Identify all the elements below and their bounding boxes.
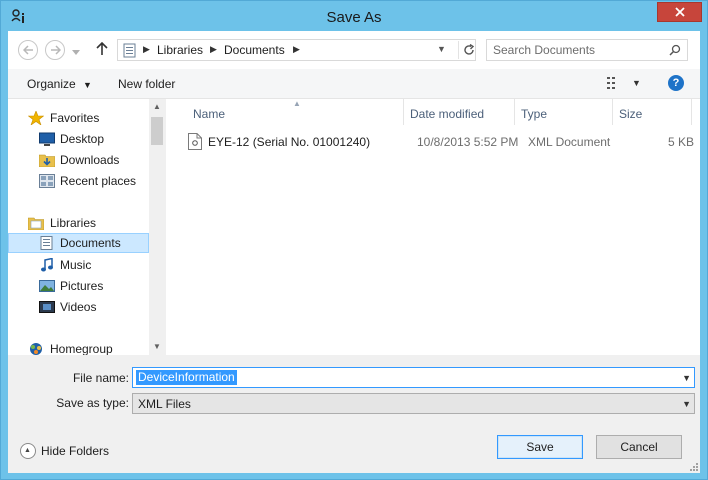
forward-arrow-icon bbox=[51, 45, 61, 55]
collapse-icon: ▲ bbox=[20, 443, 36, 459]
homegroup-icon bbox=[30, 343, 42, 355]
save-as-type-label: Save as type: bbox=[56, 396, 129, 410]
breadcrumb-separator-icon: ▶ bbox=[143, 44, 150, 54]
cancel-button[interactable]: Cancel bbox=[596, 435, 682, 459]
hide-folders-label: Hide Folders bbox=[41, 444, 110, 458]
column-header-name[interactable]: Name bbox=[186, 99, 403, 125]
back-arrow-icon bbox=[23, 45, 33, 55]
chevron-down-icon: ▼ bbox=[83, 80, 92, 90]
help-icon[interactable]: ? bbox=[668, 75, 684, 91]
recent-places-icon bbox=[39, 174, 55, 188]
downloads-folder-icon bbox=[39, 154, 55, 167]
nav-item-recent-places[interactable]: Recent places bbox=[8, 171, 149, 191]
file-name-label: File name: bbox=[72, 371, 129, 385]
chevron-down-icon bbox=[72, 50, 80, 55]
chevron-down-icon[interactable]: ▼ bbox=[682, 373, 691, 383]
address-history-dropdown-icon[interactable]: ▼ bbox=[437, 44, 446, 54]
file-name-field[interactable]: DeviceInformation ▼ bbox=[132, 367, 695, 388]
nav-item-favorites[interactable]: Favorites bbox=[8, 108, 149, 128]
navigation-bar: ▶ Libraries ▶ Documents ▶ ▼ bbox=[8, 31, 700, 69]
nav-item-documents[interactable]: Documents bbox=[8, 233, 149, 253]
chevron-down-icon[interactable]: ▼ bbox=[682, 399, 691, 409]
breadcrumb-documents[interactable]: Documents bbox=[224, 43, 285, 57]
refresh-icon bbox=[464, 44, 475, 55]
documents-icon bbox=[40, 236, 53, 250]
breadcrumb-separator-icon: ▶ bbox=[210, 44, 217, 54]
file-name-value[interactable]: DeviceInformation bbox=[136, 370, 237, 385]
view-options-dropdown-icon[interactable]: ▼ bbox=[632, 78, 641, 88]
column-header-type[interactable]: Type bbox=[515, 99, 612, 125]
breadcrumb-libraries[interactable]: Libraries bbox=[157, 43, 203, 57]
save-as-dialog: Save As ▶ Libraries ▶ Documents ▶ ▼ Sear… bbox=[0, 0, 708, 480]
xml-document-icon bbox=[188, 133, 202, 150]
videos-icon bbox=[39, 301, 55, 313]
nav-item-libraries[interactable]: Libraries bbox=[8, 213, 149, 233]
library-location-icon bbox=[123, 43, 136, 58]
navigation-pane: Favorites Desktop Downloads Recent place… bbox=[8, 99, 165, 355]
change-view-icon[interactable] bbox=[607, 77, 623, 89]
back-button[interactable] bbox=[18, 40, 40, 62]
file-list: ▲ Name Date modified Type Size EYE-12 (S… bbox=[165, 99, 700, 355]
address-bar[interactable]: ▶ Libraries ▶ Documents ▶ ▼ bbox=[117, 39, 476, 61]
file-size: 5 KB bbox=[668, 135, 695, 149]
file-row[interactable]: EYE-12 (Serial No. 01001240) 10/8/2013 5… bbox=[186, 132, 694, 152]
scroll-thumb[interactable] bbox=[151, 117, 163, 145]
title-bar: Save As bbox=[1, 1, 707, 33]
save-as-type-select[interactable]: XML Files ▼ bbox=[132, 393, 695, 414]
navpane-scrollbar[interactable]: ▲ ▼ bbox=[149, 99, 165, 355]
scroll-down-icon[interactable]: ▼ bbox=[153, 342, 161, 351]
search-input[interactable] bbox=[493, 42, 663, 58]
search-box[interactable] bbox=[486, 39, 688, 61]
recent-locations-dropdown[interactable] bbox=[72, 45, 82, 55]
new-folder-button[interactable]: New folder bbox=[118, 77, 175, 91]
close-icon bbox=[675, 7, 685, 17]
star-icon bbox=[28, 111, 44, 125]
organize-button[interactable]: Organize ▼ bbox=[27, 77, 92, 91]
command-bar: Organize ▼ New folder ▼ ? bbox=[8, 69, 700, 99]
nav-item-videos[interactable]: Videos bbox=[8, 297, 149, 317]
save-options-panel: File name: DeviceInformation ▼ Save as t… bbox=[8, 355, 700, 473]
nav-item-music[interactable]: Music bbox=[8, 255, 149, 275]
file-type: XML Document bbox=[528, 135, 611, 149]
file-date-modified: 10/8/2013 5:52 PM bbox=[417, 135, 519, 149]
desktop-icon bbox=[39, 132, 55, 146]
organize-label: Organize bbox=[27, 77, 76, 91]
column-header-size[interactable]: Size bbox=[613, 99, 691, 125]
column-header-date-modified[interactable]: Date modified bbox=[404, 99, 514, 125]
scroll-up-icon[interactable]: ▲ bbox=[153, 102, 161, 111]
up-arrow-icon bbox=[96, 41, 108, 55]
save-button[interactable]: Save bbox=[497, 435, 583, 459]
file-name: EYE-12 (Serial No. 01001240) bbox=[208, 135, 371, 149]
save-as-type-value: XML Files bbox=[138, 397, 191, 411]
breadcrumb-separator-icon: ▶ bbox=[293, 44, 300, 54]
nav-item-downloads[interactable]: Downloads bbox=[8, 150, 149, 170]
nav-item-homegroup[interactable]: Homegroup bbox=[8, 339, 149, 355]
dialog-client-area: ▶ Libraries ▶ Documents ▶ ▼ Search Docum… bbox=[8, 31, 700, 473]
nav-item-desktop[interactable]: Desktop bbox=[8, 129, 149, 149]
pictures-icon bbox=[39, 280, 55, 292]
close-button[interactable] bbox=[657, 2, 702, 22]
libraries-icon bbox=[28, 217, 44, 230]
refresh-button[interactable] bbox=[458, 41, 476, 59]
up-button[interactable] bbox=[96, 41, 110, 58]
search-icon[interactable] bbox=[669, 44, 681, 56]
music-icon bbox=[41, 258, 53, 272]
column-divider[interactable] bbox=[691, 99, 692, 125]
forward-button[interactable] bbox=[45, 40, 67, 62]
resize-grip-icon[interactable] bbox=[688, 461, 698, 471]
nav-item-pictures[interactable]: Pictures bbox=[8, 276, 149, 296]
window-title: Save As bbox=[326, 9, 382, 26]
